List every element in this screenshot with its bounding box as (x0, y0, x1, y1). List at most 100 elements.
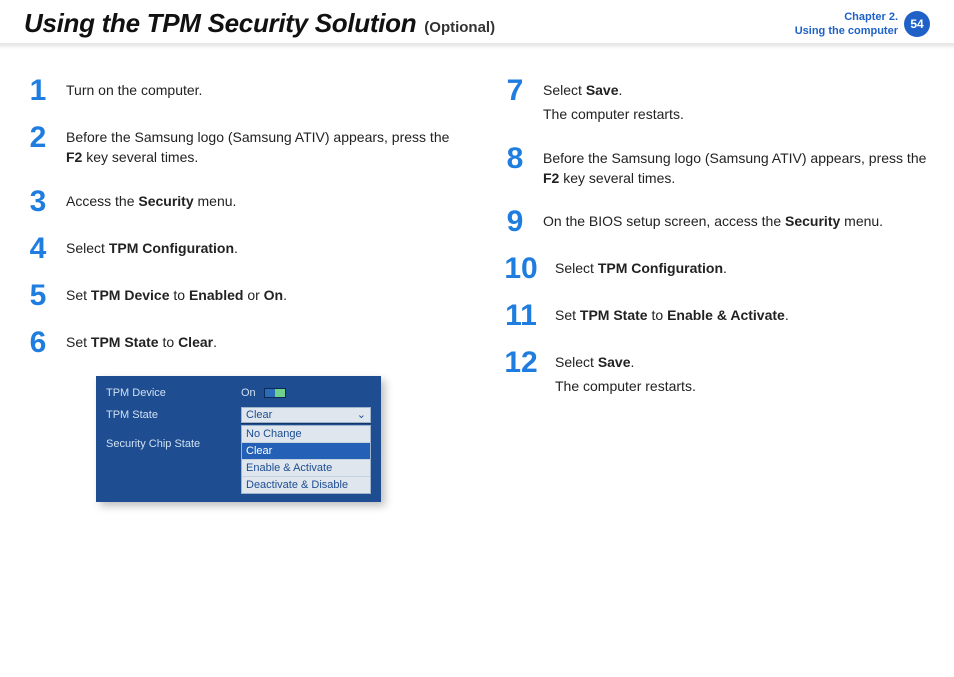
step-number: 11 (501, 302, 541, 329)
toggle-icon (264, 388, 286, 398)
title-optional: (Optional) (424, 19, 495, 36)
step-number: 12 (501, 349, 541, 376)
step-1: 1Turn on the computer. (24, 77, 453, 104)
bios-label-tpm-device: TPM Device (106, 387, 241, 399)
text-segment: Security (785, 213, 840, 229)
step-body: Access the Security menu. (66, 188, 236, 211)
text-segment: TPM Conﬁguration (598, 260, 723, 276)
step-text: Before the Samsung logo (Samsung ATIV) a… (543, 148, 930, 189)
bios-toggle-label: On (241, 387, 256, 399)
bios-option[interactable]: Enable & Activate (242, 460, 370, 477)
text-segment: to (159, 334, 178, 350)
left-column: 1Turn on the computer. 2 Before the Samsun… (24, 77, 453, 502)
step-9: 9 On the BIOS setup screen, access the Se… (501, 208, 930, 235)
text-segment: menu. (840, 213, 883, 229)
chapter-block: Chapter 2. Using the computer 54 (795, 10, 930, 39)
step-text: Set TPM State to Clear. (66, 332, 217, 352)
text-segment: Select (543, 82, 586, 98)
step-subtext: The computer restarts. (555, 376, 696, 396)
text-segment: Clear (178, 334, 213, 350)
text-segment: Access the (66, 193, 138, 209)
step-7: 7Select Save.The computer restarts. (501, 77, 930, 125)
step-text: Select TPM Conﬁguration. (66, 238, 238, 258)
chapter-text: Chapter 2. Using the computer (795, 10, 898, 39)
step-body: Set TPM State to Clear. (66, 329, 217, 352)
text-segment: to (170, 287, 189, 303)
step-number: 8 (501, 145, 529, 172)
step-text: On the BIOS setup screen, access the Sec… (543, 211, 883, 231)
bios-dropdown-wrap: Security Chip StateNo ChangeClearEnable … (96, 426, 381, 494)
text-segment: . (723, 260, 727, 276)
text-segment: or (243, 287, 263, 303)
bios-value-tpm-device: On (241, 387, 371, 399)
page-header: Using the TPM Security Solution (Optiona… (24, 8, 930, 43)
right-column: 7Select Save.The computer restarts.8Befo… (501, 77, 930, 502)
text-segment: to (648, 307, 667, 323)
text-segment: On (264, 287, 283, 303)
step-12: 12Select Save.The computer restarts. (501, 349, 930, 397)
text-segment: Enable & Activate (667, 307, 785, 323)
text-segment: key several times. (82, 149, 198, 165)
step-3: 3 Access the Security menu. (24, 188, 453, 215)
text-segment: Set (66, 287, 91, 303)
text-segment: TPM Conﬁguration (109, 240, 234, 256)
step-6: 6 Set TPM State to Clear. (24, 329, 453, 356)
step-body: Select Save.The computer restarts. (555, 349, 696, 397)
text-segment: . (785, 307, 789, 323)
step-number: 10 (501, 255, 541, 282)
text-segment: key several times. (559, 170, 675, 186)
step-5: 5 Set TPM Device to Enabled or On. (24, 282, 453, 309)
step-number: 5 (24, 282, 52, 309)
chapter-line-1: Chapter 2. (795, 10, 898, 24)
content-columns: 1Turn on the computer. 2 Before the Samsun… (24, 77, 930, 502)
text-segment: F2 (66, 149, 82, 165)
text-segment: TPM Device (91, 287, 170, 303)
bios-option[interactable]: No Change (242, 426, 370, 443)
step-body: Select TPM Conﬁguration. (66, 235, 238, 258)
text-segment: Select (555, 260, 598, 276)
text-segment: Select (66, 240, 109, 256)
step-body: On the BIOS setup screen, access the Sec… (543, 208, 883, 231)
bios-dropdown-tpm-state[interactable]: No ChangeClearEnable & ActivateDeactivat… (241, 425, 371, 494)
text-segment: . (631, 354, 635, 370)
bios-toggle-tpm-device[interactable]: On (241, 387, 286, 399)
bios-option[interactable]: Clear (242, 443, 370, 460)
text-segment: menu. (194, 193, 237, 209)
step-2: 2 Before the Samsung logo (Samsung ATIV) … (24, 124, 453, 168)
bios-select-tpm-state[interactable]: Clear ⌄ (241, 407, 371, 423)
step-text: Access the Security menu. (66, 191, 236, 211)
chevron-down-icon: ⌄ (357, 408, 366, 421)
text-segment: . (619, 82, 623, 98)
bios-select-value: Clear (246, 409, 272, 421)
bios-row-tpm-device: TPM DeviceOn (96, 382, 381, 404)
step-number: 4 (24, 235, 52, 262)
step-body: Select Save.The computer restarts. (543, 77, 684, 125)
text-segment: TPM State (91, 334, 159, 350)
step-11: 11 Set TPM State to Enable & Activate. (501, 302, 930, 329)
step-body: Set TPM State to Enable & Activate. (555, 302, 789, 325)
text-segment: Turn on the computer. (66, 82, 202, 98)
step-number: 6 (24, 329, 52, 356)
step-subtext: The computer restarts. (543, 104, 684, 124)
step-10: 10 Select TPM Conﬁguration. (501, 255, 930, 282)
step-text: Set TPM Device to Enabled or On. (66, 285, 287, 305)
text-segment: Before the Samsung logo (Samsung ATIV) a… (66, 129, 449, 145)
text-segment: Enabled (189, 287, 243, 303)
bios-row-tpm-state: TPM State Clear ⌄ (96, 404, 381, 426)
step-body: Turn on the computer. (66, 77, 202, 100)
text-segment: . (234, 240, 238, 256)
step-number: 2 (24, 124, 52, 151)
step-number: 9 (501, 208, 529, 235)
bios-label-tpm-state: TPM State (106, 409, 241, 421)
bios-option[interactable]: Deactivate & Disable (242, 477, 370, 493)
text-segment: Set (66, 334, 91, 350)
bios-screenshot: TPM DeviceOnTPM StateClear⌄Security Chip… (96, 376, 381, 502)
step-number: 3 (24, 188, 52, 215)
bios-label-security-chip-state: Security Chip State (106, 426, 241, 494)
step-number: 7 (501, 77, 529, 104)
step-body: Before the Samsung logo (Samsung ATIV) a… (66, 124, 453, 168)
step-text: Before the Samsung logo (Samsung ATIV) a… (66, 127, 453, 168)
text-segment: Security (138, 193, 193, 209)
step-body: Before the Samsung logo (Samsung ATIV) a… (543, 145, 930, 189)
step-body: Select TPM Conﬁguration. (555, 255, 727, 278)
